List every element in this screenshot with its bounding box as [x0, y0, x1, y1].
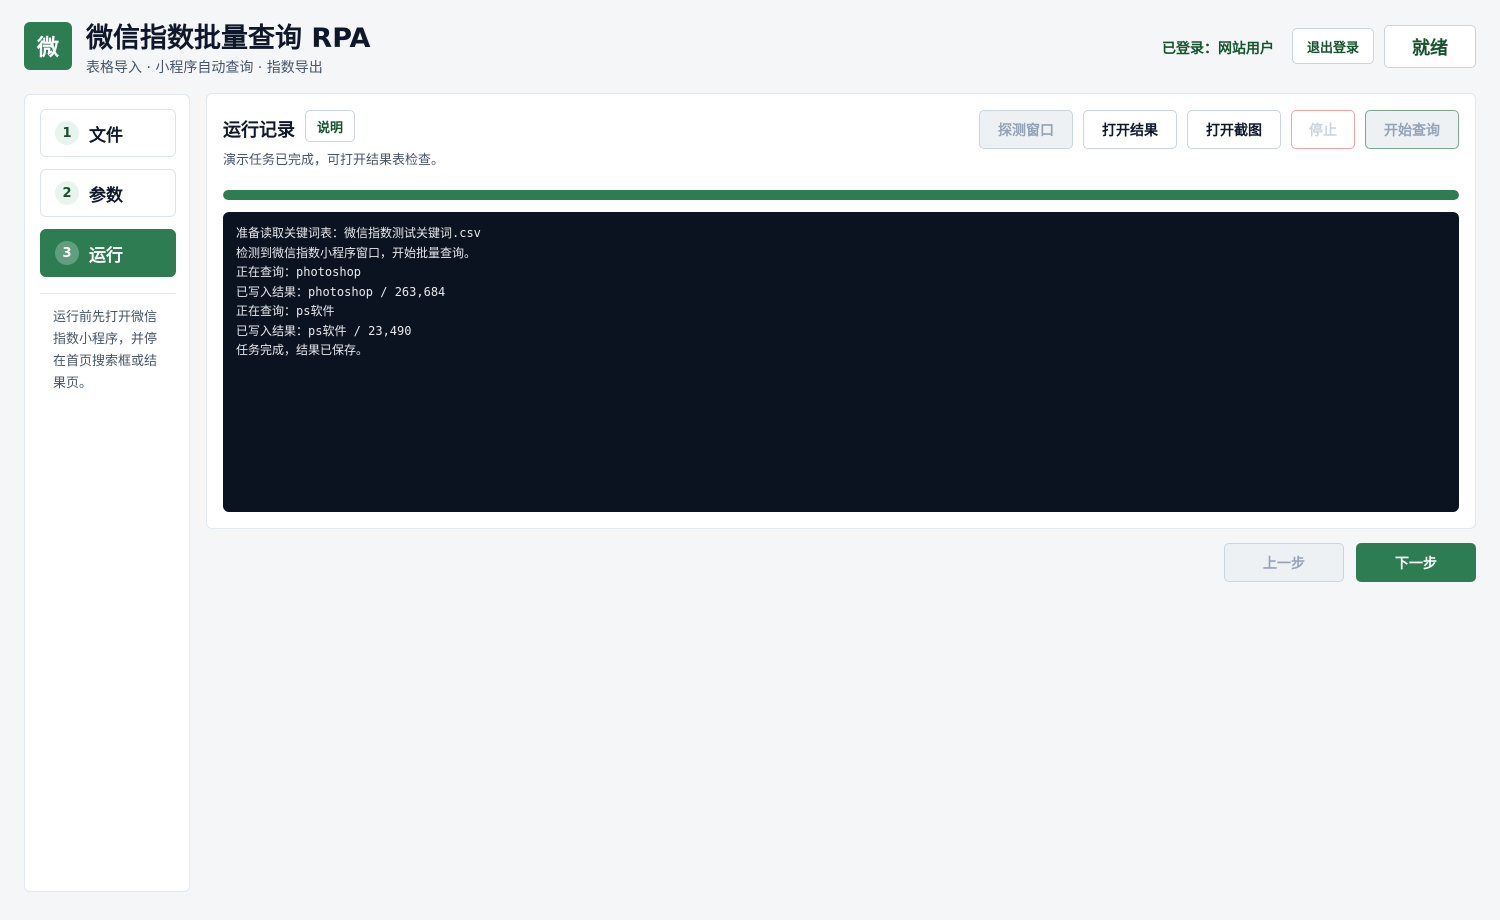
- step-file[interactable]: 1 文件: [40, 109, 176, 157]
- log-line: 正在查询：ps软件: [236, 304, 335, 318]
- step-label: 运行: [89, 245, 123, 266]
- log-line: 准备读取关键词表：微信指数测试关键词.csv: [236, 226, 481, 240]
- prev-step-button[interactable]: 上一步: [1224, 543, 1344, 582]
- app-title: 微信指数批量查询 RPA: [86, 23, 371, 54]
- logout-button[interactable]: 退出登录: [1292, 28, 1374, 64]
- log-line: 已写入结果：photoshop / 263,684: [236, 284, 446, 299]
- step-label: 参数: [89, 185, 123, 206]
- sidebar-divider: [40, 293, 176, 294]
- sidebar-hint: 运行前先打开微信指数小程序，并停在首页搜索框或结果页。: [53, 310, 158, 391]
- run-log-panel: 运行记录 说明 演示任务已完成，可打开结果表检查。 探测窗口 打开结果 打开截图…: [206, 93, 1476, 529]
- stop-button[interactable]: 停止: [1291, 110, 1355, 149]
- start-query-button[interactable]: 开始查询: [1365, 110, 1459, 149]
- step-params[interactable]: 2 参数: [40, 169, 176, 217]
- sidebar: 1 文件 2 参数 3 运行 运行前先打开微信指数小程序，并停在首页搜索框或结果…: [24, 94, 190, 892]
- panel-title: 运行记录: [223, 120, 295, 141]
- help-button[interactable]: 说明: [305, 110, 355, 142]
- log-console: 准备读取关键词表：微信指数测试关键词.csv 检测到微信指数小程序窗口，开始批量…: [223, 212, 1459, 512]
- detect-window-button[interactable]: 探测窗口: [979, 110, 1073, 149]
- step-number: 1: [55, 121, 79, 145]
- status-badge: 就绪: [1384, 25, 1476, 68]
- log-line: 已写入结果：ps软件 / 23,490: [236, 323, 412, 338]
- app-subtitle: 表格导入 · 小程序自动查询 · 指数导出: [86, 60, 323, 76]
- log-line: 任务完成，结果已保存。: [236, 343, 369, 357]
- progress-bar: [223, 190, 1459, 200]
- step-label: 文件: [89, 125, 123, 146]
- step-number: 2: [55, 181, 79, 205]
- log-line: 检测到微信指数小程序窗口，开始批量查询。: [236, 245, 477, 260]
- open-screenshot-button[interactable]: 打开截图: [1187, 110, 1281, 149]
- progress-fill: [223, 190, 1459, 200]
- login-status: 已登录：网站用户: [1162, 41, 1274, 57]
- app-logo: 微: [24, 22, 72, 70]
- step-number: 3: [55, 241, 79, 265]
- log-line: 正在查询：photoshop: [236, 265, 362, 279]
- next-step-button[interactable]: 下一步: [1356, 543, 1476, 582]
- open-result-button[interactable]: 打开结果: [1083, 110, 1177, 149]
- panel-description: 演示任务已完成，可打开结果表检查。: [223, 153, 445, 168]
- step-run[interactable]: 3 运行: [40, 229, 176, 277]
